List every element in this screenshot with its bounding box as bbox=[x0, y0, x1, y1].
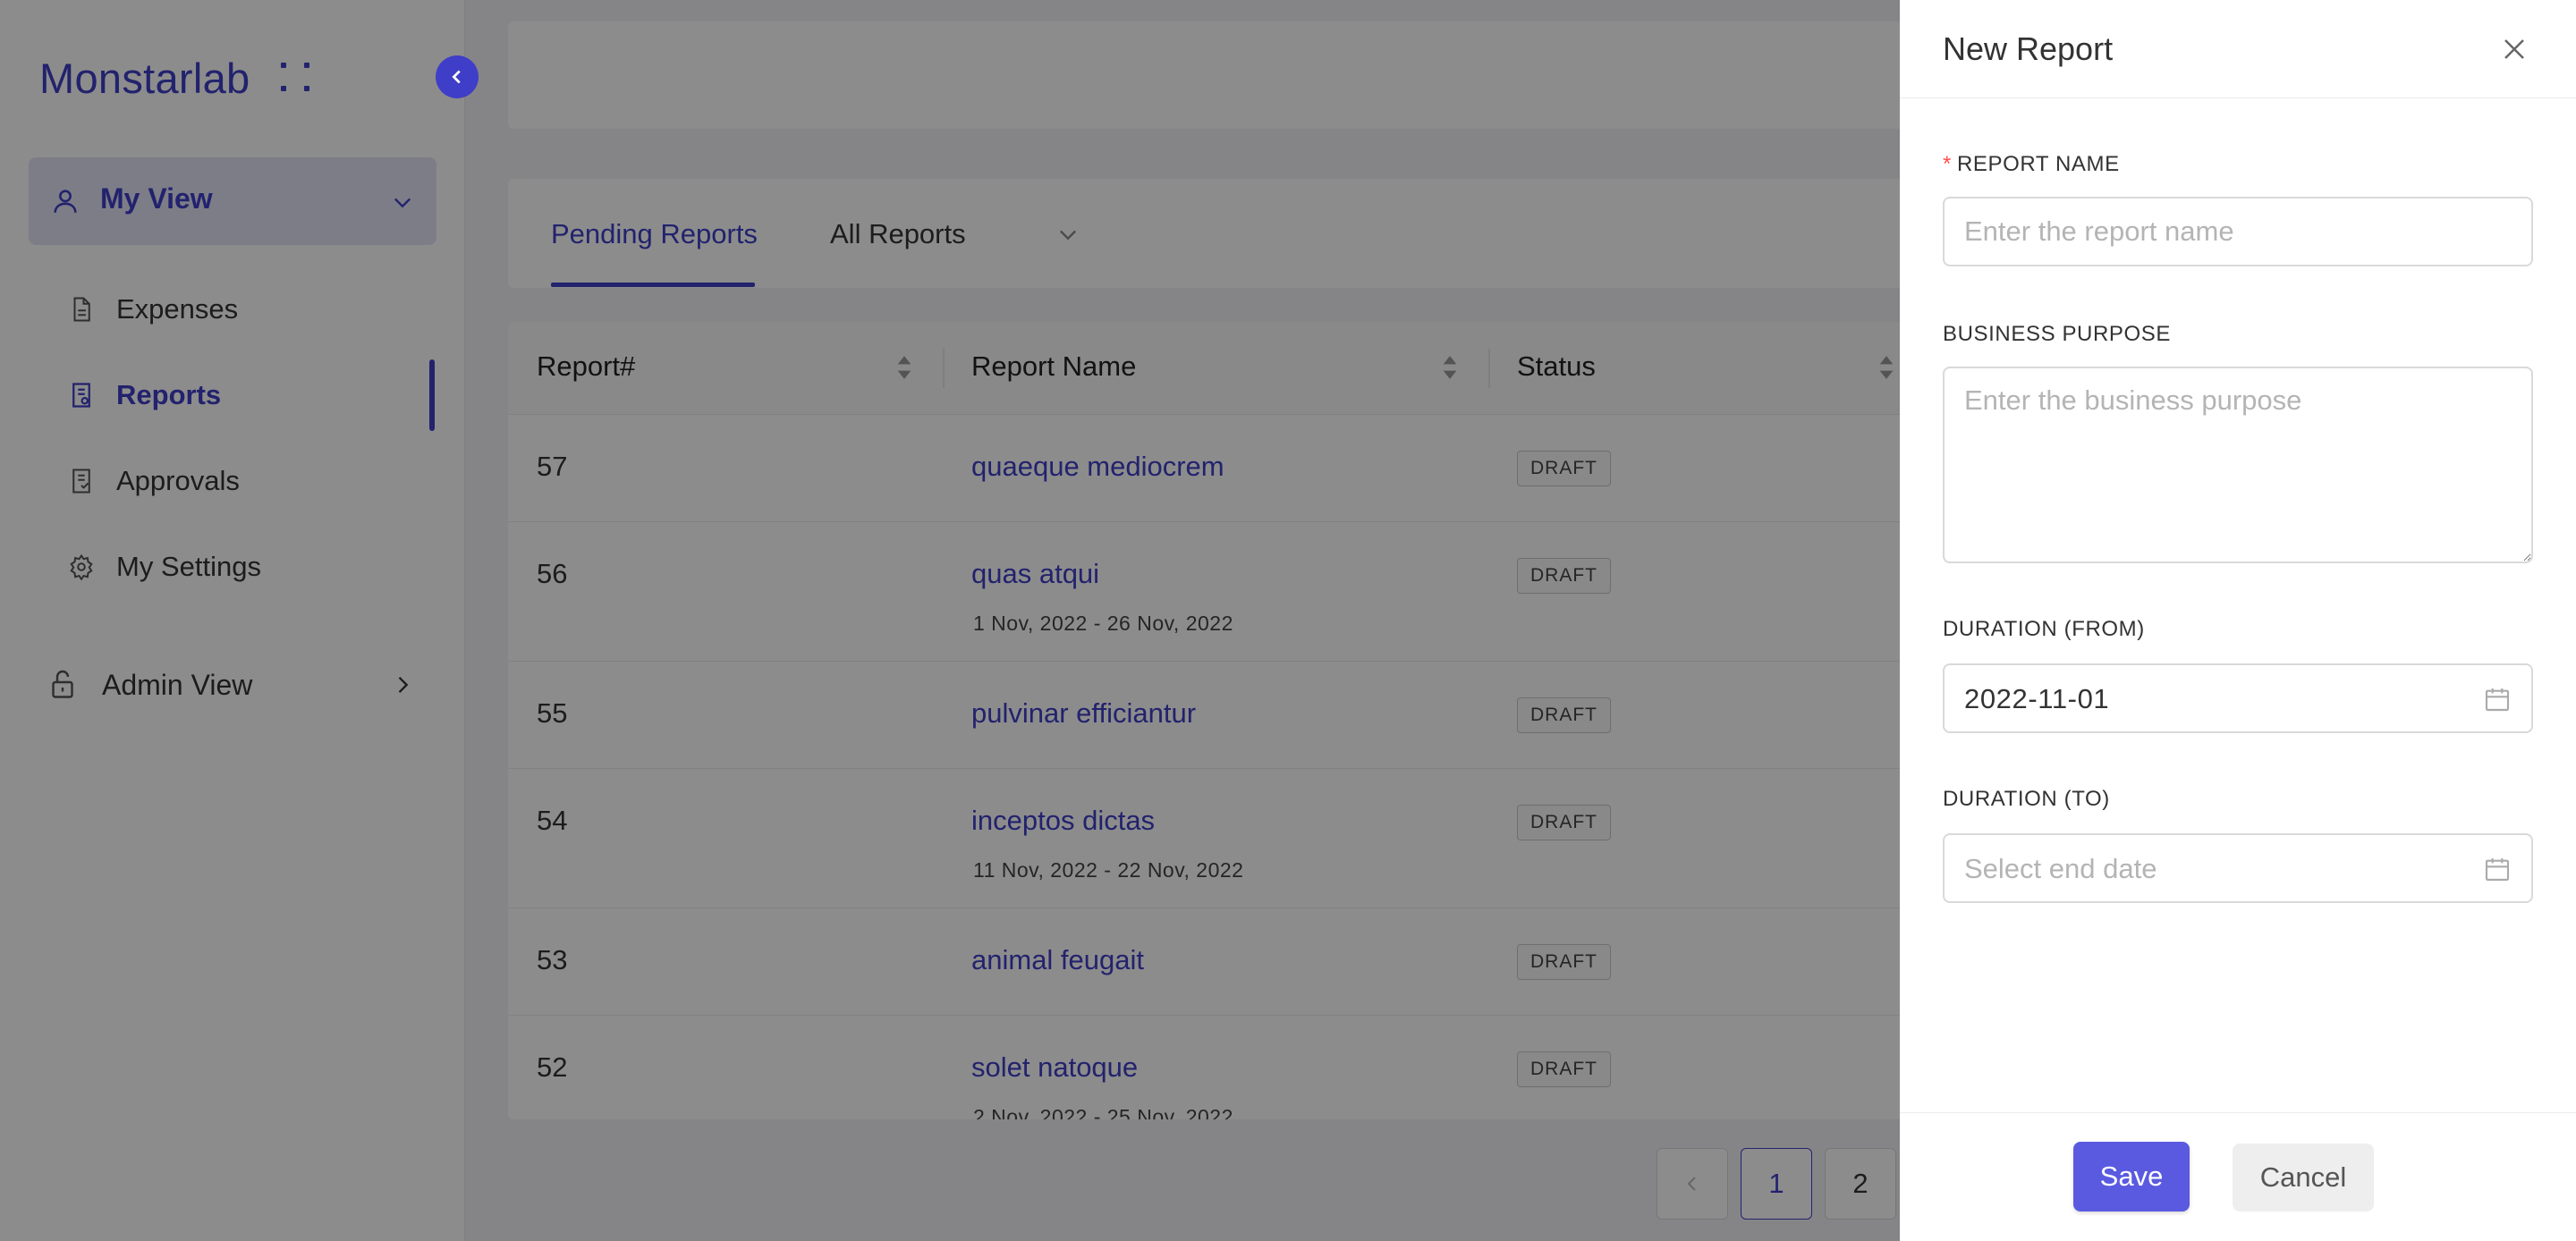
drawer-title: New Report bbox=[1943, 30, 2114, 67]
business-purpose-textarea[interactable] bbox=[1943, 367, 2533, 563]
save-button[interactable]: Save bbox=[2073, 1142, 2190, 1211]
report-name-input[interactable] bbox=[1943, 197, 2533, 266]
duration-to-placeholder: Select end date bbox=[1964, 853, 2157, 884]
calendar-icon bbox=[2485, 858, 2510, 882]
duration-to-date-picker[interactable]: Select end date bbox=[1943, 833, 2533, 903]
drawer-footer: Save Cancel bbox=[1900, 1112, 2576, 1241]
new-report-drawer: New Report *REPORT NAME BUSINESS PURPOSE… bbox=[1900, 0, 2576, 1241]
cancel-button[interactable]: Cancel bbox=[2233, 1144, 2374, 1211]
duration-from-date-picker[interactable]: 2022-11-01 bbox=[1943, 663, 2533, 733]
duration-from-value: 2022-11-01 bbox=[1964, 683, 2110, 714]
close-button[interactable] bbox=[2492, 27, 2537, 72]
report-name-label: * REPORT NAME bbox=[1943, 152, 2120, 177]
chevron-left-icon bbox=[452, 70, 461, 84]
calendar-icon bbox=[2485, 688, 2510, 712]
collapse-sidebar-button[interactable] bbox=[436, 55, 479, 98]
close-icon bbox=[2504, 39, 2524, 59]
required-mark: * bbox=[1943, 152, 1952, 176]
business-purpose-label: BUSINESS PURPOSE bbox=[1943, 322, 2172, 346]
duration-from-label: DURATION (FROM) bbox=[1943, 617, 2145, 641]
duration-to-label: DURATION (TO) bbox=[1943, 787, 2110, 811]
report-name-label-text: REPORT NAME bbox=[1956, 152, 2120, 176]
drawer-header: New Report bbox=[1900, 0, 2576, 98]
